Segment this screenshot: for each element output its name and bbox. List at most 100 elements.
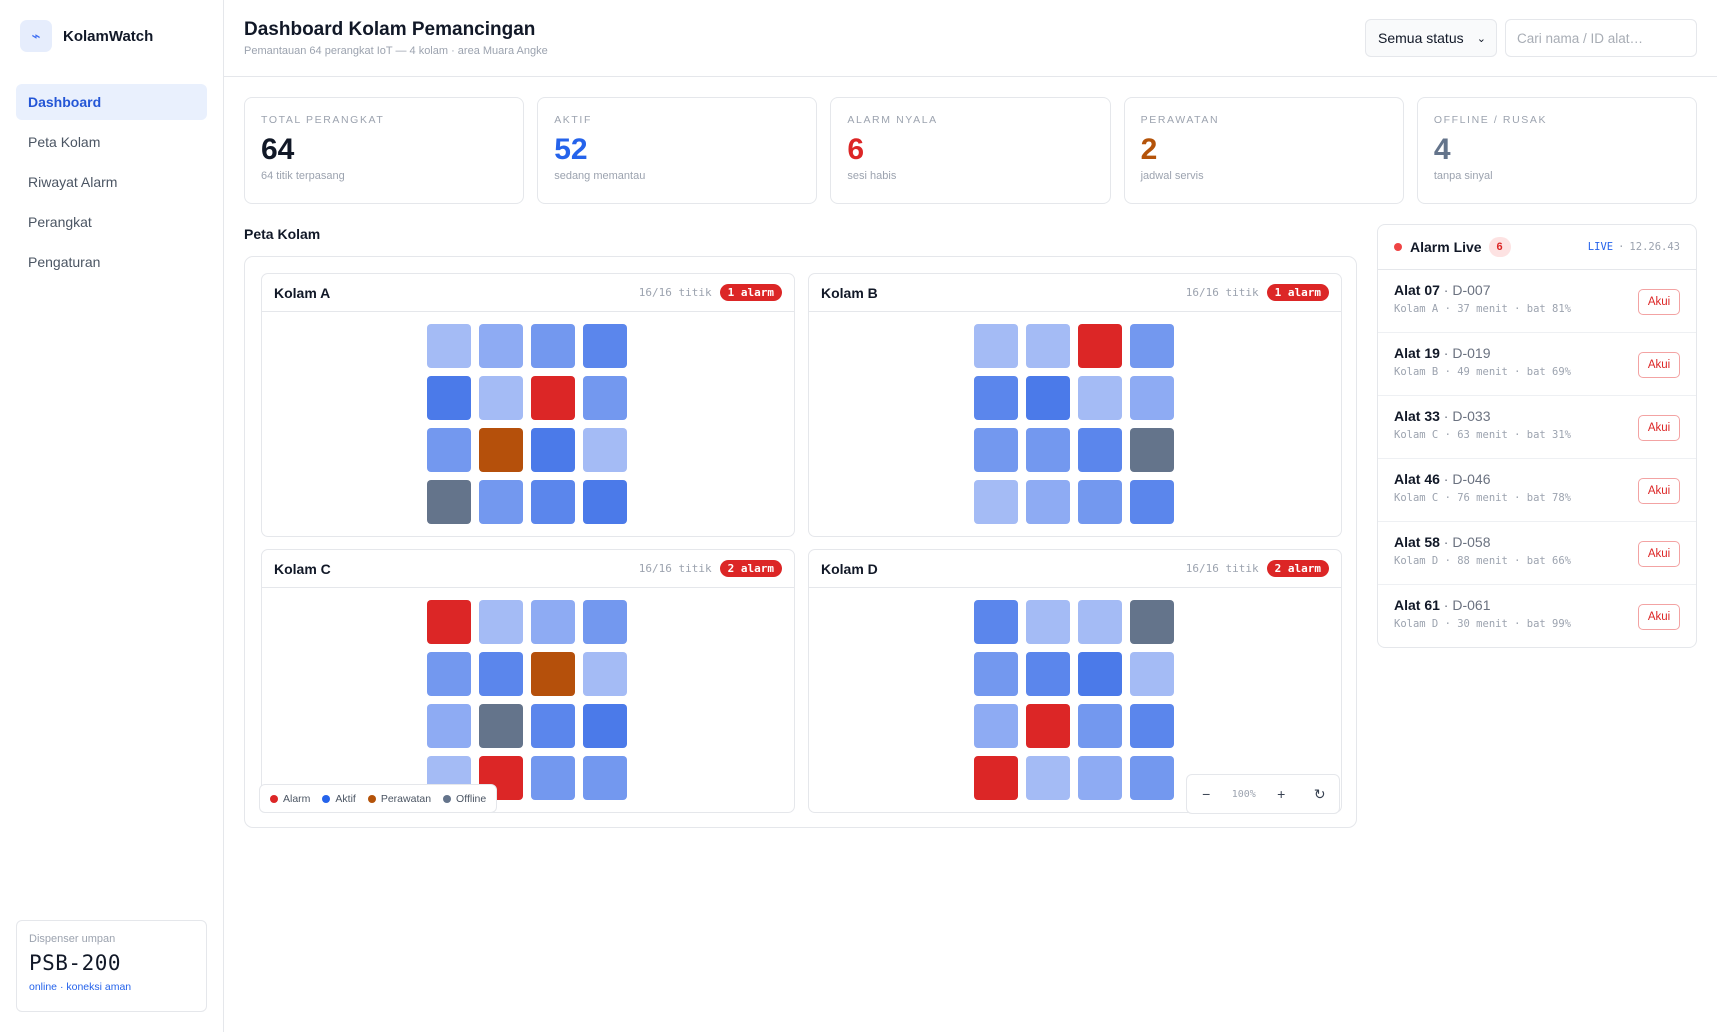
device-cell-active[interactable] [1078,652,1122,696]
device-cell-active[interactable] [531,324,575,368]
device-cell-offline[interactable] [427,480,471,524]
device-cell-active[interactable] [1026,324,1070,368]
legend-label: Alarm [283,792,311,805]
header: Dashboard Kolam Pemancingan Pemantauan 6… [224,0,1717,77]
device-cell-active[interactable] [974,652,1018,696]
device-cell-maintenance[interactable] [479,428,523,472]
stat-card-aktif: AKTIF 52 sedang memantau [537,97,818,204]
device-cell-active[interactable] [1130,756,1174,800]
pond-header: Kolam B 16/16 titik 1 alarm [809,274,1341,312]
device-cell-alarm[interactable] [1026,704,1070,748]
device-cell-active[interactable] [531,480,575,524]
stat-card-offline: OFFLINE / RUSAK 4 tanpa sinyal [1416,97,1698,204]
device-cell-active[interactable] [1078,704,1122,748]
device-cell-active[interactable] [1026,652,1070,696]
device-cell-active[interactable] [1130,324,1174,368]
device-cell-active[interactable] [1078,600,1122,644]
alarm-badge: 1 alarm [1266,284,1329,301]
sidebar-item-dashboard[interactable]: Dashboard [16,84,207,120]
acknowledge-button[interactable]: Akui [1638,289,1680,315]
acknowledge-button[interactable]: Akui [1638,352,1680,378]
device-cell-active[interactable] [1026,428,1070,472]
status-filter-select[interactable]: Semua status ⌄ [1365,19,1497,57]
zoom-out-button[interactable]: − [1193,781,1219,807]
device-cell-active[interactable] [531,704,575,748]
device-cell-active[interactable] [1078,480,1122,524]
device-id-sep: · [1439,345,1453,361]
device-cell-active[interactable] [583,376,627,420]
device-cell-active[interactable] [583,756,627,800]
acknowledge-button[interactable]: Akui [1638,415,1680,441]
dispenser-label: Dispenser umpan [29,933,116,945]
device-cell-active[interactable] [479,324,523,368]
device-cell-offline[interactable] [1130,600,1174,644]
alarm-item[interactable]: Alat 33 · D-033 Kolam C · 63 menit · bat… [1378,396,1696,459]
device-cell-active[interactable] [583,704,627,748]
device-cell-active[interactable] [427,376,471,420]
device-cell-active[interactable] [974,324,1018,368]
device-cell-active[interactable] [531,756,575,800]
device-cell-active[interactable] [583,428,627,472]
device-cell-active[interactable] [974,480,1018,524]
legend-label: Aktif [335,792,356,805]
reset-icon[interactable]: ↻ [1307,781,1333,807]
device-cell-maintenance[interactable] [531,652,575,696]
device-cell-active[interactable] [531,600,575,644]
acknowledge-button[interactable]: Akui [1638,478,1680,504]
alarm-item[interactable]: Alat 07 · D-007 Kolam A · 37 menit · bat… [1378,270,1696,333]
device-cell-active[interactable] [479,652,523,696]
device-grid [427,324,631,524]
device-cell-active[interactable] [1130,704,1174,748]
device-cell-offline[interactable] [1130,428,1174,472]
device-cell-offline[interactable] [479,704,523,748]
device-cell-active[interactable] [427,652,471,696]
device-id: D-058 [1452,534,1491,550]
device-cell-active[interactable] [531,428,575,472]
acknowledge-button[interactable]: Akui [1638,541,1680,567]
sidebar-item-peta-kolam[interactable]: Peta Kolam [16,124,207,160]
device-name: Alat 07 [1394,282,1440,298]
sidebar-item-perangkat[interactable]: Perangkat [16,204,207,240]
device-cell-active[interactable] [583,600,627,644]
device-cell-active[interactable] [1078,756,1122,800]
device-cell-active[interactable] [427,428,471,472]
device-cell-active[interactable] [1130,652,1174,696]
device-cell-active[interactable] [583,324,627,368]
device-cell-active[interactable] [974,600,1018,644]
zoom-in-button[interactable]: + [1268,781,1294,807]
device-cell-alarm[interactable] [974,756,1018,800]
device-cell-active[interactable] [1026,480,1070,524]
pond-count: 16/16 titik [638,286,712,299]
alarm-item[interactable]: Alat 19 · D-019 Kolam B · 49 menit · bat… [1378,333,1696,396]
brand[interactable]: ⌁ KolamWatch [20,20,153,52]
acknowledge-button[interactable]: Akui [1638,604,1680,630]
device-cell-active[interactable] [1130,376,1174,420]
device-cell-active[interactable] [1026,756,1070,800]
alarm-item[interactable]: Alat 46 · D-046 Kolam C · 76 menit · bat… [1378,459,1696,522]
legend-item-alarm: Alarm [270,793,310,805]
device-cell-active[interactable] [479,376,523,420]
device-cell-alarm[interactable] [1078,324,1122,368]
sidebar-item-pengaturan[interactable]: Pengaturan [16,244,207,280]
device-cell-active[interactable] [479,480,523,524]
device-cell-active[interactable] [583,480,627,524]
device-cell-active[interactable] [974,376,1018,420]
device-cell-active[interactable] [1078,376,1122,420]
device-cell-active[interactable] [427,704,471,748]
device-cell-alarm[interactable] [531,376,575,420]
sidebar-item-riwayat-alarm[interactable]: Riwayat Alarm [16,164,207,200]
device-cell-active[interactable] [583,652,627,696]
device-cell-active[interactable] [974,428,1018,472]
device-cell-alarm[interactable] [427,600,471,644]
device-cell-active[interactable] [479,600,523,644]
alarm-item[interactable]: Alat 61 · D-061 Kolam D · 30 menit · bat… [1378,585,1696,647]
search-input[interactable] [1505,19,1697,57]
alarm-item[interactable]: Alat 58 · D-058 Kolam D · 88 menit · bat… [1378,522,1696,585]
page-title: Dashboard Kolam Pemancingan [244,19,536,40]
device-cell-active[interactable] [1026,376,1070,420]
device-cell-active[interactable] [427,324,471,368]
device-cell-active[interactable] [1026,600,1070,644]
device-cell-active[interactable] [1130,480,1174,524]
device-cell-active[interactable] [974,704,1018,748]
device-cell-active[interactable] [1078,428,1122,472]
